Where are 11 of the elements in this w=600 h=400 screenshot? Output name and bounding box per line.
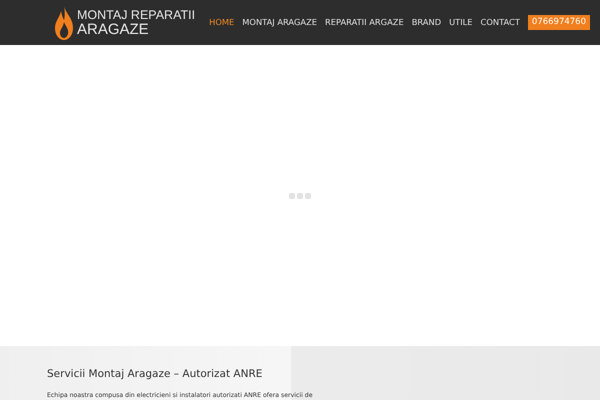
logo-text: MONTAJ REPARATII <box>77 8 196 22</box>
logo-text: ARAGAZE <box>77 22 150 36</box>
flame-icon <box>55 6 73 40</box>
nav-link[interactable]: HOME <box>205 16 238 29</box>
nav-link[interactable]: MONTAJ ARAGAZE <box>238 16 321 29</box>
section-title: Servicii Montaj Aragaze – Autorizat ANRE <box>47 368 264 381</box>
nav-link[interactable]: UTILE <box>445 16 477 29</box>
nav-link[interactable]: BRAND <box>408 16 446 29</box>
nav-link[interactable]: REPARATII ARGAZE <box>321 16 408 29</box>
nav-link[interactable]: CONTACT <box>476 16 524 29</box>
loading-indicator <box>288 192 312 198</box>
